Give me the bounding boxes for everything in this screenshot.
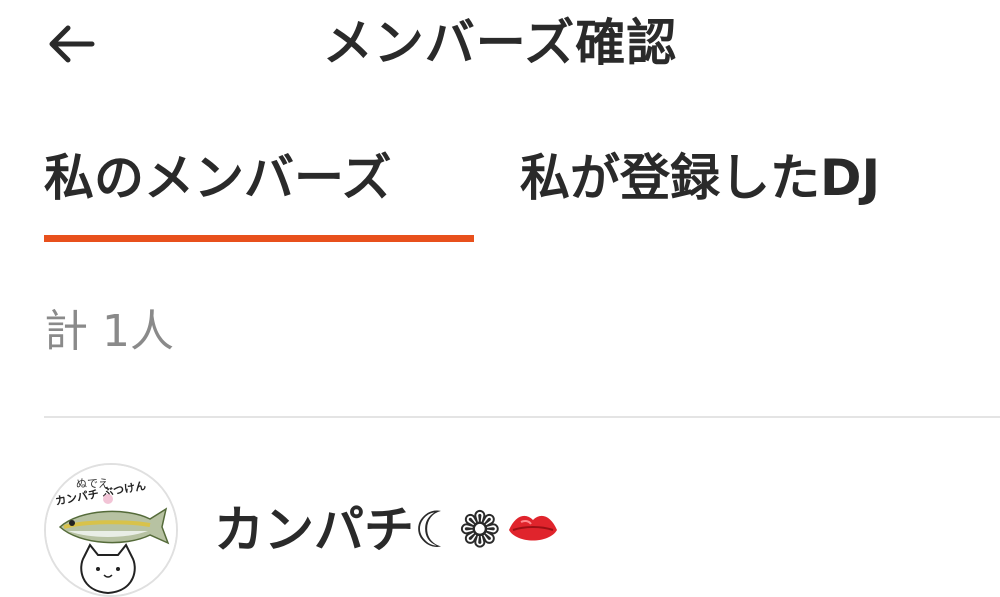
tab-my-members[interactable]: 私のメンバーズ	[44, 140, 474, 242]
tab-bar: 私のメンバーズ 私が登録したDJ	[44, 140, 880, 245]
members-screen: メンバーズ確認 私のメンバーズ 私が登録したDJ 計 1人 ぬでえ カンパチ ぶ…	[0, 0, 1000, 597]
header: メンバーズ確認	[0, 0, 1000, 90]
member-name: カンパチ☾❁	[214, 495, 561, 565]
list-item[interactable]: ぬでえ カンパチ ぶつけん カンパチ☾❁	[44, 462, 1000, 597]
divider	[44, 416, 1000, 418]
avatar[interactable]: ぬでえ カンパチ ぶつけん	[44, 462, 178, 597]
tab-my-members-label: 私のメンバーズ	[44, 149, 392, 207]
tab-registered-dj-label: 私が登録したDJ	[520, 149, 881, 207]
lips-icon	[508, 515, 557, 540]
tab-active-indicator	[44, 235, 474, 242]
member-count: 計 1人	[44, 306, 174, 357]
member-name-text: カンパチ☾❁	[214, 500, 501, 559]
page-title: メンバーズ確認	[322, 14, 678, 72]
tab-registered-dj[interactable]: 私が登録したDJ	[520, 140, 880, 216]
fish-cat-avatar: ぬでえ カンパチ ぶつけん	[46, 464, 176, 595]
